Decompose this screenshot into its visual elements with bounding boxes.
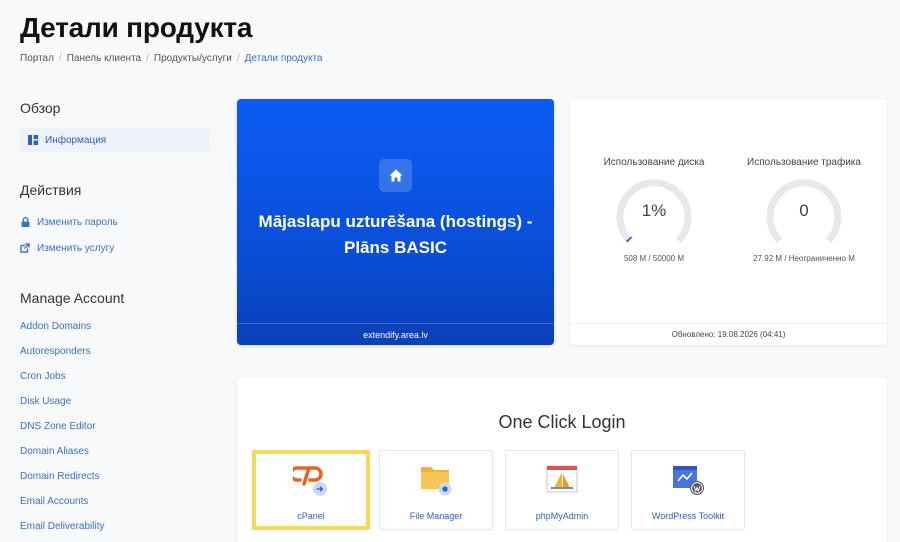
sidebar-link-dns-zone-editor[interactable]: DNS Zone Editor (20, 414, 210, 439)
disk-usage-title: Использование диска (603, 157, 705, 168)
sidebar-item-label: Изменить пароль (37, 216, 118, 228)
sidebar-item-change-service[interactable]: Изменить услугу (20, 236, 210, 260)
breadcrumb-client-area[interactable]: Панель клиента (67, 53, 141, 64)
dashboard-icon (28, 135, 38, 145)
sidebar-link-domain-aliases[interactable]: Domain Aliases (20, 439, 210, 464)
traffic-usage-value: 0 (799, 201, 809, 220)
product-card: Mājaslapu uzturēšana (hostings) - Plāns … (237, 99, 554, 345)
cpanel-icon (289, 462, 329, 498)
product-domain[interactable]: extendify.area.lv (237, 323, 554, 345)
sidebar-link-cron-jobs[interactable]: Cron Jobs (20, 364, 210, 389)
one-click-login-title: One Click Login (498, 412, 626, 432)
manage-account-heading: Manage Account (20, 290, 125, 306)
sidebar-item-information[interactable]: Информация (20, 128, 210, 152)
overview-heading: Обзор (20, 100, 61, 116)
sidebar-link-addon-domains[interactable]: Addon Domains (20, 314, 210, 339)
disk-usage-detail: 508 M / 50000 M (623, 254, 685, 263)
disk-usage-block: Использование диска 1% 508 M / 50000 M (589, 157, 719, 263)
breadcrumb-portal[interactable]: Портал (20, 53, 54, 64)
disk-usage-gauge: 1% (616, 178, 692, 254)
tile-label: WordPress Toolkit (651, 511, 725, 521)
lock-icon (20, 217, 30, 227)
traffic-usage-block: Использование трафика 0 27.92 M / Неогра… (739, 157, 869, 263)
tile-label: cPanel (297, 511, 325, 521)
sidebar: Обзор Информация Действия Изменить парол… (20, 100, 210, 539)
sidebar-link-email-accounts[interactable]: Email Accounts (20, 489, 210, 514)
cpanel-tile[interactable]: cPanel (252, 450, 370, 530)
sidebar-link-domain-redirects[interactable]: Domain Redirects (20, 464, 210, 489)
actions-heading: Действия (20, 182, 82, 198)
breadcrumb: Портал / Панель клиента / Продукты/услуг… (20, 53, 323, 64)
phpmyadmin-tile[interactable]: phpMyAdmin (505, 450, 619, 530)
one-click-login-card: One Click Login cPanel File Manager phpM… (237, 378, 887, 542)
tile-label: File Manager (409, 511, 463, 521)
disk-usage-value: 1% (641, 201, 667, 220)
external-link-icon (20, 243, 30, 253)
home-icon (379, 159, 412, 192)
usage-updated: Обновлено: 19.08.2026 (04:41) (570, 323, 887, 345)
breadcrumb-current: Детали продукта (244, 53, 323, 64)
file-manager-tile[interactable]: File Manager (379, 450, 493, 530)
sidebar-item-label: Информация (45, 134, 107, 146)
sidebar-link-email-deliverability[interactable]: Email Deliverability (20, 514, 210, 539)
sidebar-link-autoresponders[interactable]: Autoresponders (20, 339, 210, 364)
usage-card: Использование диска 1% 508 M / 50000 M И… (570, 99, 887, 345)
file-manager-icon (418, 461, 454, 497)
traffic-usage-detail: 27.92 M / Неограниченно M (753, 254, 855, 263)
product-name: Mājaslapu uzturēšana (hostings) - Plāns … (258, 212, 533, 257)
breadcrumb-products[interactable]: Продукты/услуги (154, 53, 232, 64)
wordpress-toolkit-icon (670, 461, 706, 497)
traffic-usage-title: Использование трафика (747, 157, 861, 168)
tile-label: phpMyAdmin (535, 511, 589, 521)
sidebar-item-change-password[interactable]: Изменить пароль (20, 210, 210, 234)
sidebar-link-disk-usage[interactable]: Disk Usage (20, 389, 210, 414)
wordpress-toolkit-tile[interactable]: WordPress Toolkit (631, 450, 745, 530)
sidebar-item-label: Изменить услугу (37, 242, 115, 254)
phpmyadmin-icon (544, 461, 580, 497)
traffic-usage-gauge: 0 (766, 178, 842, 254)
page-title: Детали продукта (20, 12, 253, 43)
